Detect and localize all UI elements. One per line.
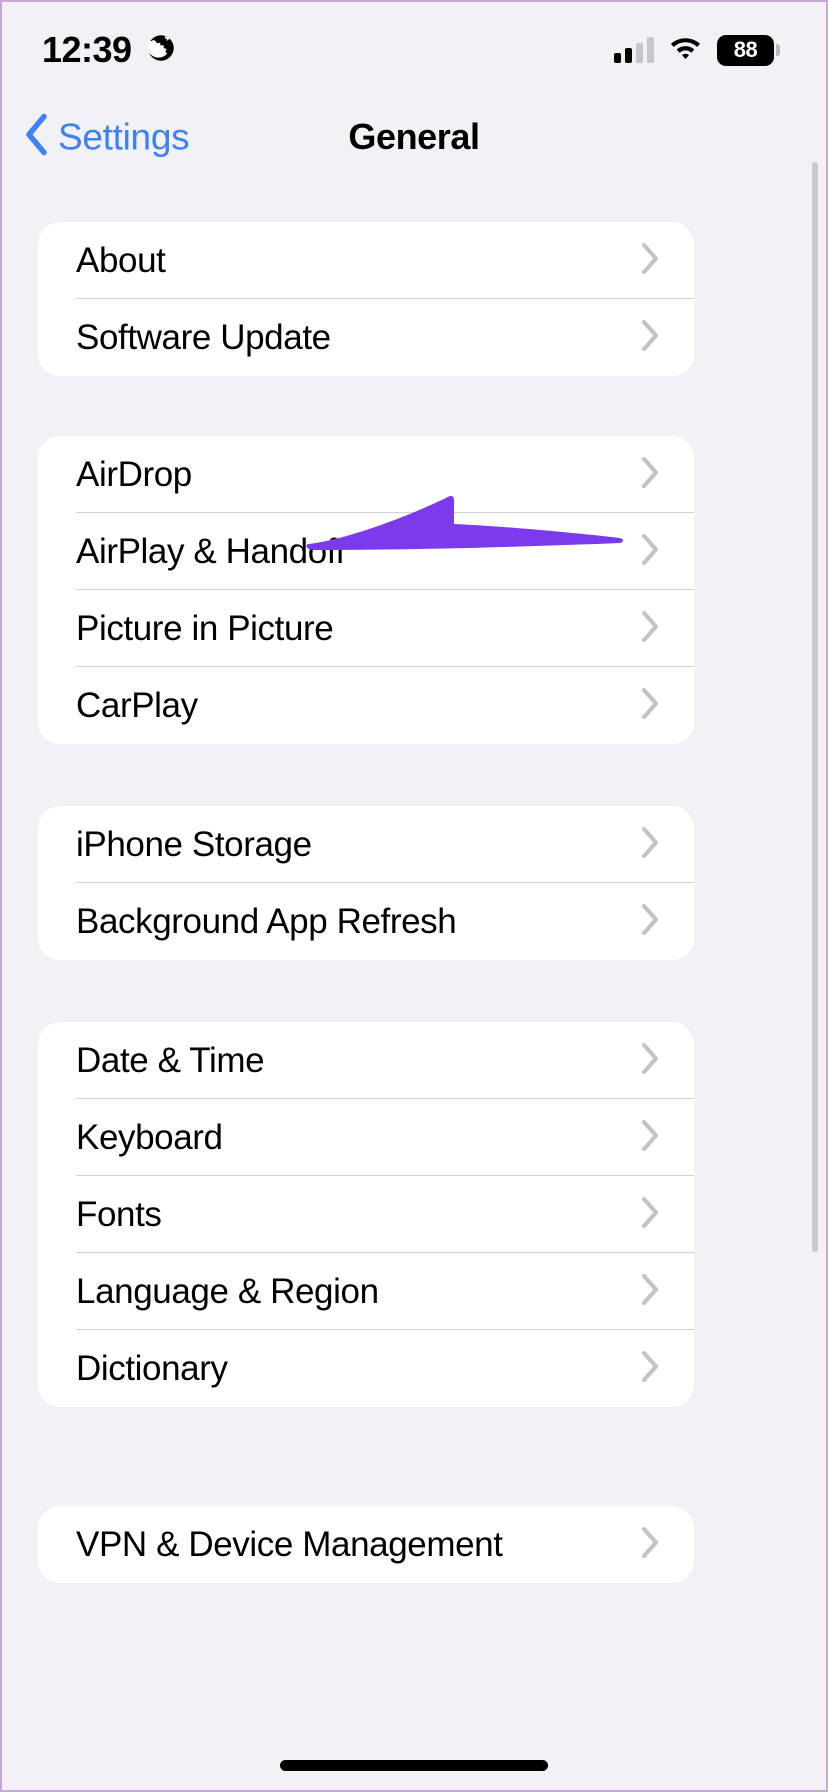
list-item-label: Background App Refresh <box>76 901 457 941</box>
chevron-right-icon <box>641 1042 660 1080</box>
battery-percent-label: 88 <box>733 37 758 62</box>
list-item[interactable]: Keyboard <box>38 1099 694 1176</box>
globe-icon <box>146 33 176 68</box>
settings-group-localization: Date & Time Keyboard Fonts Language & Regio… <box>38 1022 694 1407</box>
list-item[interactable]: Language & Region <box>38 1253 694 1330</box>
chevron-right-icon <box>641 456 660 494</box>
cellular-signal-icon <box>614 37 654 63</box>
status-bar: 12:39 88 <box>2 2 826 98</box>
chevron-right-icon <box>641 1196 660 1234</box>
list-item-label: About <box>76 240 166 280</box>
list-item[interactable]: Picture in Picture <box>38 590 694 667</box>
list-item-label: VPN & Device Management <box>76 1524 503 1564</box>
list-item-label: iPhone Storage <box>76 824 312 864</box>
list-item[interactable]: Dictionary <box>38 1330 694 1407</box>
settings-group-info: About Software Update <box>38 222 694 376</box>
list-item-label: CarPlay <box>76 685 198 725</box>
status-bar-clock: 12:39 <box>42 29 132 70</box>
iphone-screen: 12:39 88 Settings General About Software… <box>0 0 828 1792</box>
chevron-right-icon <box>641 1350 660 1388</box>
list-item[interactable]: About <box>38 222 694 299</box>
status-bar-right: 88 <box>614 34 780 66</box>
list-item-label: AirDrop <box>76 454 192 494</box>
list-item[interactable]: Date & Time <box>38 1022 694 1099</box>
list-item[interactable]: iPhone Storage <box>38 806 694 883</box>
chevron-right-icon <box>641 826 660 864</box>
chevron-right-icon <box>641 1273 660 1311</box>
chevron-right-icon <box>641 242 660 280</box>
list-item[interactable]: Background App Refresh <box>38 883 694 960</box>
list-item-label: Software Update <box>76 317 331 357</box>
list-item-label: Picture in Picture <box>76 608 334 648</box>
list-item-label: Language & Region <box>76 1271 379 1311</box>
list-item[interactable]: CarPlay <box>38 667 694 744</box>
wifi-icon <box>668 35 703 66</box>
list-item-label: Fonts <box>76 1194 162 1234</box>
status-bar-left: 12:39 <box>42 29 176 71</box>
list-item[interactable]: Fonts <box>38 1176 694 1253</box>
settings-list[interactable]: About Software Update AirDrop AirPlay & Han… <box>2 176 826 1790</box>
chevron-right-icon <box>641 1119 660 1157</box>
list-item-label: Dictionary <box>76 1348 228 1388</box>
settings-group-management: VPN & Device Management <box>38 1506 694 1583</box>
list-item[interactable]: AirDrop <box>38 436 694 513</box>
list-item-label: AirPlay & Handoff <box>76 531 345 571</box>
battery-icon: 88 <box>717 34 780 66</box>
settings-group-storage: iPhone Storage Background App Refresh <box>38 806 694 960</box>
chevron-right-icon <box>641 687 660 725</box>
list-item[interactable]: AirPlay & Handoff <box>38 513 694 590</box>
chevron-right-icon <box>641 1526 660 1564</box>
list-item-label: Keyboard <box>76 1117 223 1157</box>
page-title: General <box>348 116 480 157</box>
list-item-label: Date & Time <box>76 1040 265 1080</box>
chevron-right-icon <box>641 319 660 357</box>
navigation-bar: Settings General <box>2 98 826 176</box>
list-item[interactable]: VPN & Device Management <box>38 1506 694 1583</box>
chevron-right-icon <box>641 903 660 941</box>
chevron-right-icon <box>641 533 660 571</box>
chevron-right-icon <box>641 610 660 648</box>
scrollbar-indicator[interactable] <box>812 162 818 1252</box>
home-indicator[interactable] <box>280 1760 548 1771</box>
list-item[interactable]: Software Update <box>38 299 694 376</box>
settings-group-connectivity: AirDrop AirPlay & Handoff Picture in Pictu… <box>38 436 694 744</box>
